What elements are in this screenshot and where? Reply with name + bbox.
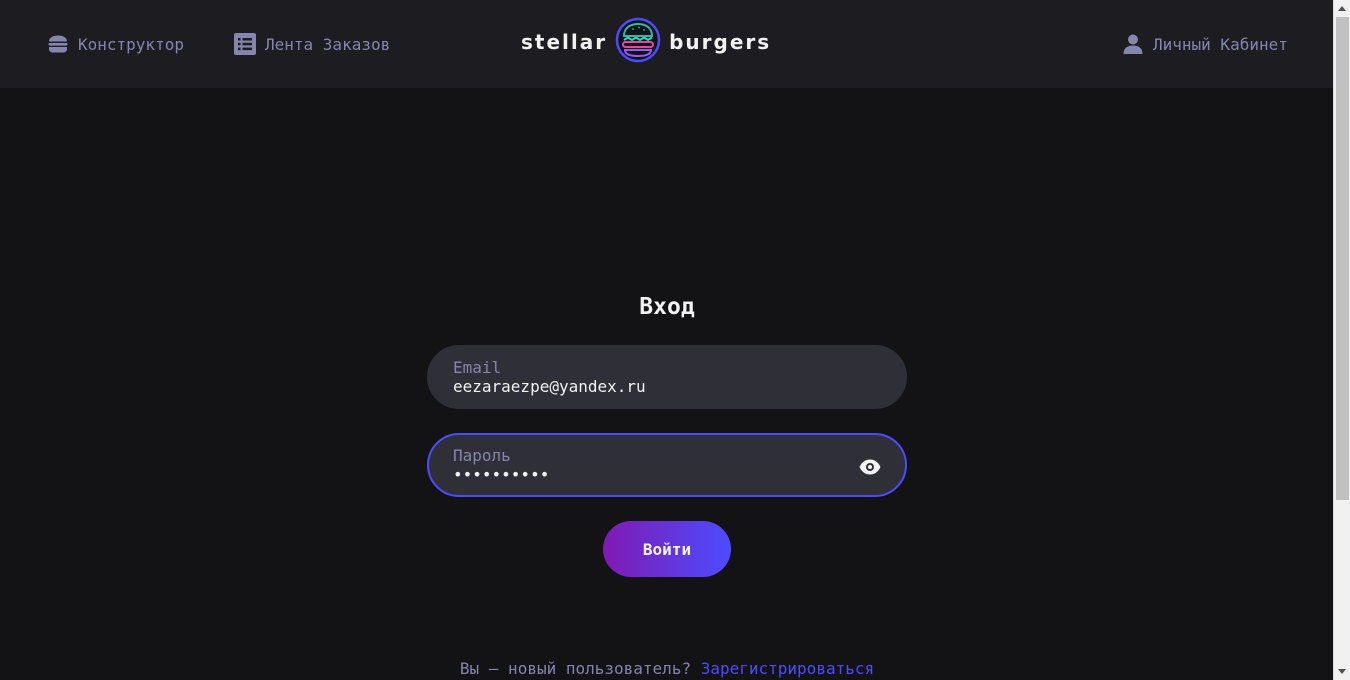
login-title: Вход: [639, 294, 695, 320]
password-input[interactable]: ••••••••••: [453, 465, 833, 484]
nav-personal-account-label: Личный Кабинет: [1153, 34, 1288, 54]
nav-order-feed-label: Лента Заказов: [265, 34, 391, 54]
password-field[interactable]: Пароль ••••••••••: [427, 433, 907, 497]
scroll-up-arrow-icon[interactable]: [1338, 6, 1346, 11]
nav-personal-account[interactable]: Личный Кабинет: [1121, 30, 1288, 58]
email-field[interactable]: Email: [427, 345, 907, 409]
email-field-label: Email: [453, 358, 502, 377]
scroll-down-arrow-icon[interactable]: [1338, 669, 1346, 674]
vertical-scrollbar[interactable]: [1333, 0, 1350, 680]
password-field-label: Пароль: [453, 446, 511, 465]
register-prompt: Вы — новый пользователь?: [459, 659, 701, 678]
logo-burger-icon: [615, 17, 661, 67]
scrollbar-thumb[interactable]: [1336, 17, 1349, 500]
logo-text-right: burgers: [669, 30, 772, 54]
register-line: Вы — новый пользователь? Зарегистрироват…: [427, 659, 907, 678]
email-input[interactable]: [453, 377, 833, 396]
register-link[interactable]: Зарегистрироваться: [701, 659, 874, 678]
nav-constructor[interactable]: Конструктор: [46, 30, 184, 58]
list-icon: [233, 32, 257, 56]
app-header: Конструктор Лента Заказов stellar burger…: [0, 0, 1333, 88]
eye-icon[interactable]: [858, 455, 882, 479]
nav-order-feed[interactable]: Лента Заказов: [233, 30, 390, 58]
nav-constructor-label: Конструктор: [78, 34, 184, 54]
logo-text-left: stellar: [521, 30, 608, 54]
profile-icon: [1121, 32, 1145, 56]
login-button[interactable]: Войти: [603, 521, 731, 577]
burger-icon: [46, 32, 70, 56]
stellar-burgers-logo[interactable]: stellar burgers: [521, 17, 813, 67]
